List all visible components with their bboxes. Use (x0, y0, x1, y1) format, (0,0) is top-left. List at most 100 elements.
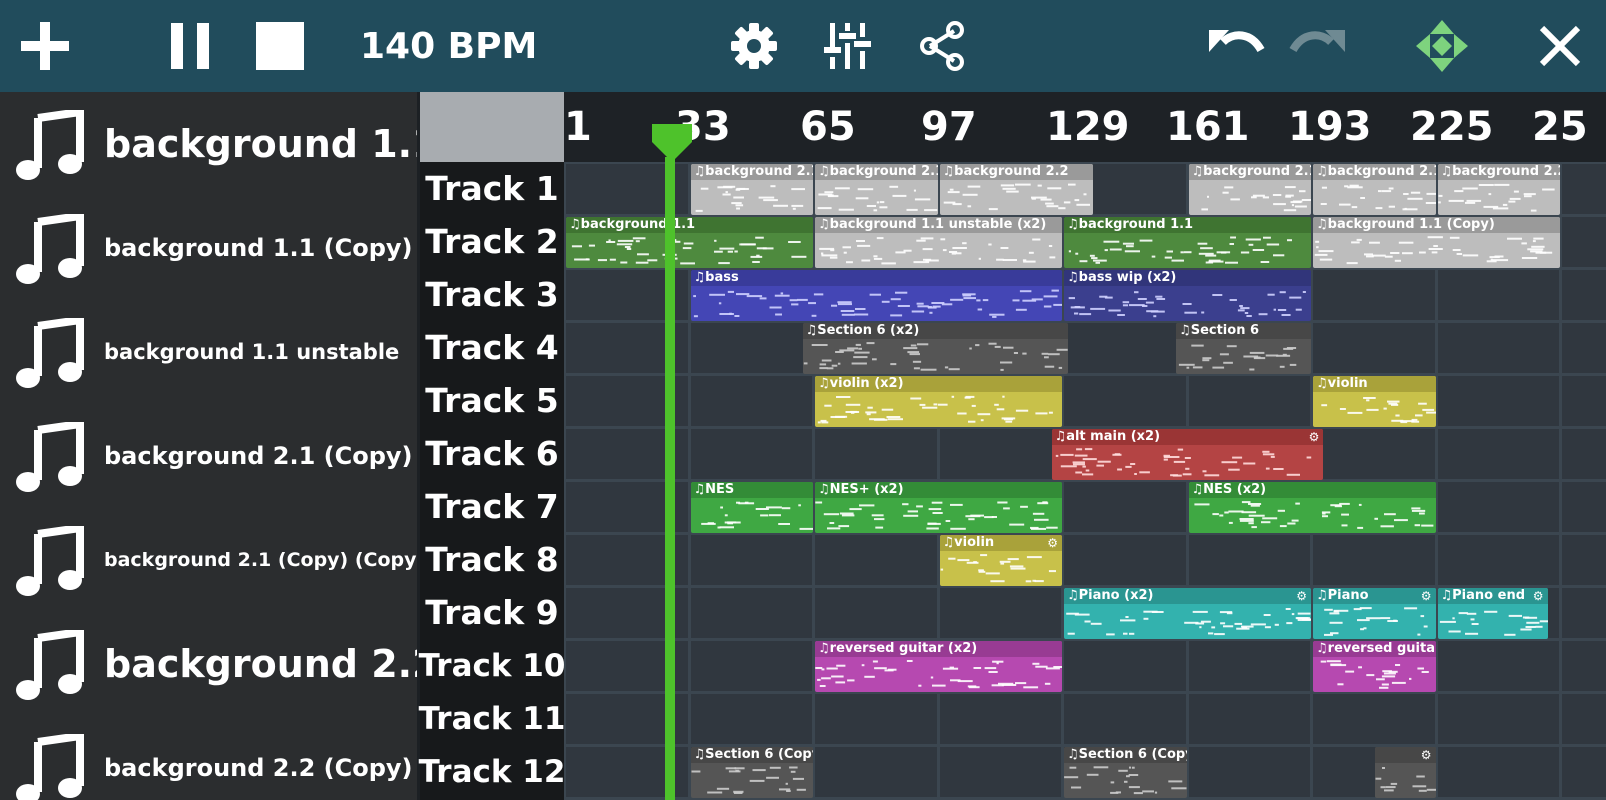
playhead-marker[interactable] (652, 124, 692, 164)
mixer-icon[interactable] (822, 0, 874, 92)
grid-cell[interactable] (1437, 641, 1559, 691)
gear-icon[interactable]: ⚙ (1309, 430, 1320, 444)
pattern-clip[interactable]: ♫reversed guitar (x2) (815, 641, 1062, 692)
grid-cell[interactable] (1064, 641, 1186, 691)
grid-cell[interactable] (1562, 164, 1606, 214)
grid-cell[interactable] (939, 588, 1061, 638)
grid-cell[interactable] (1188, 641, 1310, 691)
grid-cell[interactable] (1437, 429, 1559, 479)
track-label[interactable]: Track 6 (420, 427, 564, 480)
track-label[interactable]: Track 4 (420, 321, 564, 374)
grid-cell[interactable] (1313, 535, 1435, 585)
track-label[interactable]: Track 2 (420, 215, 564, 268)
pattern-clip[interactable]: ♫NES (690, 482, 813, 533)
pattern-item[interactable]: background 2.2 (0, 612, 417, 716)
grid-cell[interactable] (939, 429, 1061, 479)
plus-icon[interactable] (12, 0, 78, 92)
grid-cell[interactable] (1064, 535, 1186, 585)
pattern-clip[interactable]: ♫background 2.1 (Copy) (690, 164, 813, 215)
grid-cell[interactable] (815, 535, 937, 585)
pattern-clip[interactable]: ♫background 1.1 unstable (x2) (815, 217, 1062, 268)
grid-cell[interactable] (939, 747, 1061, 797)
stop-icon[interactable] (250, 0, 310, 92)
grid-cell[interactable] (1562, 482, 1606, 532)
pattern-clip[interactable]: ♫bass (690, 270, 1062, 321)
grid-cell[interactable] (1437, 270, 1559, 320)
pattern-clip[interactable]: ♫Section 6 (1176, 323, 1311, 374)
grid-cell[interactable] (1562, 641, 1606, 691)
pattern-clip[interactable]: ⚙ (1375, 747, 1436, 798)
pause-icon[interactable] (162, 0, 218, 92)
pattern-clip[interactable]: ♫NES (x2) (1188, 482, 1436, 533)
bar-ruler[interactable]: 1 33 65 97 129 161 193 225 25 (564, 92, 1606, 162)
bpm-display[interactable]: 140 BPM (360, 0, 560, 92)
grid-cell[interactable] (1562, 323, 1606, 373)
grid-cell[interactable] (1064, 694, 1186, 744)
gear-icon[interactable]: ⚙ (1047, 536, 1058, 550)
arrangement-grid[interactable]: ♫background 2.1 (Copy)♫background 2.1 (C… (564, 162, 1606, 800)
grid-cell[interactable] (690, 694, 812, 744)
pattern-item[interactable]: background 1.1 unstable (0, 300, 417, 404)
pattern-clip[interactable]: ♫violin (x2) (815, 376, 1062, 427)
grid-cell[interactable] (1313, 323, 1435, 373)
share-icon[interactable] (916, 0, 968, 92)
pattern-item[interactable]: background 1.1 (Copy) (0, 196, 417, 300)
grid-cell[interactable] (1064, 376, 1186, 426)
grid-cell[interactable] (690, 323, 812, 373)
grid-cell[interactable] (1437, 747, 1559, 797)
track-label[interactable]: Track 12 (419, 745, 566, 798)
pattern-clip[interactable]: ♫background 2.2 (Copy) (1437, 164, 1560, 215)
grid-cell[interactable] (1562, 588, 1606, 638)
pattern-item[interactable]: background 1.1 (0, 92, 417, 196)
grid-cell[interactable] (1064, 482, 1186, 532)
pattern-clip[interactable]: ♫background 2.1 (Copy) (1188, 164, 1311, 215)
gear-icon[interactable]: ⚙ (1421, 748, 1432, 762)
track-label[interactable]: Track 1 (420, 162, 564, 215)
pattern-clip[interactable]: ♫violin (1313, 376, 1436, 427)
grid-cell[interactable] (815, 429, 937, 479)
move-icon[interactable] (1414, 0, 1470, 92)
grid-cell[interactable] (1313, 429, 1435, 479)
grid-cell[interactable] (1188, 376, 1310, 426)
grid-cell[interactable] (1437, 482, 1559, 532)
grid-cell[interactable] (815, 588, 937, 638)
pattern-clip[interactable]: ♫NES+ (x2) (815, 482, 1062, 533)
pattern-clip[interactable]: ♫Section 6 (Copy) (Copy) (690, 747, 813, 798)
pattern-clip[interactable]: ♫background 2.1 (Copy) (Copy) (815, 164, 938, 215)
grid-cell[interactable] (1562, 217, 1606, 267)
pattern-clip[interactable]: ♫Section 6 (x2) (802, 323, 1069, 374)
grid-cell[interactable] (1562, 376, 1606, 426)
grid-cell[interactable] (1188, 694, 1310, 744)
pattern-clip[interactable]: ♫background 1.1 (1064, 217, 1311, 268)
grid-cell[interactable] (1562, 747, 1606, 797)
pattern-clip[interactable]: ♫Piano end ⚙ (1437, 588, 1548, 639)
grid-cell[interactable] (939, 694, 1061, 744)
track-label[interactable]: Track 3 (420, 268, 564, 321)
grid-cell[interactable] (1437, 535, 1559, 585)
pattern-item[interactable]: background 2.1 (Copy) (Copy) (0, 508, 417, 612)
grid-cell[interactable] (1562, 535, 1606, 585)
grid-cell[interactable] (690, 429, 812, 479)
pattern-clip[interactable]: ♫Piano ⚙ (1313, 588, 1436, 639)
grid-cell[interactable] (815, 747, 937, 797)
pattern-clip[interactable]: ♫background 1.1 (566, 217, 813, 268)
pattern-clip[interactable]: ♫violin ⚙ (939, 535, 1062, 586)
redo-icon[interactable] (1288, 0, 1348, 92)
undo-icon[interactable] (1206, 0, 1266, 92)
track-label[interactable]: Track 11 (419, 692, 566, 745)
pattern-item[interactable]: background 2.1 (Copy) (0, 404, 417, 508)
pattern-clip[interactable]: ♫background 1.1 (Copy) (1313, 217, 1560, 268)
gear-icon[interactable] (728, 0, 780, 92)
close-icon[interactable] (1532, 0, 1588, 92)
pattern-clip[interactable]: ♫background 2.2 (939, 164, 1094, 215)
grid-cell[interactable] (1188, 747, 1310, 797)
pattern-clip[interactable]: ♫Section 6 (Copy) (1064, 747, 1187, 798)
grid-cell[interactable] (1562, 429, 1606, 479)
grid-cell[interactable] (1562, 694, 1606, 744)
grid-cell[interactable] (690, 588, 812, 638)
grid-cell[interactable] (690, 376, 812, 426)
grid-cell[interactable] (690, 641, 812, 691)
pattern-clip[interactable]: ♫alt main (x2) ⚙ (1051, 429, 1324, 480)
grid-cell[interactable] (1562, 270, 1606, 320)
grid-cell[interactable] (1437, 694, 1559, 744)
